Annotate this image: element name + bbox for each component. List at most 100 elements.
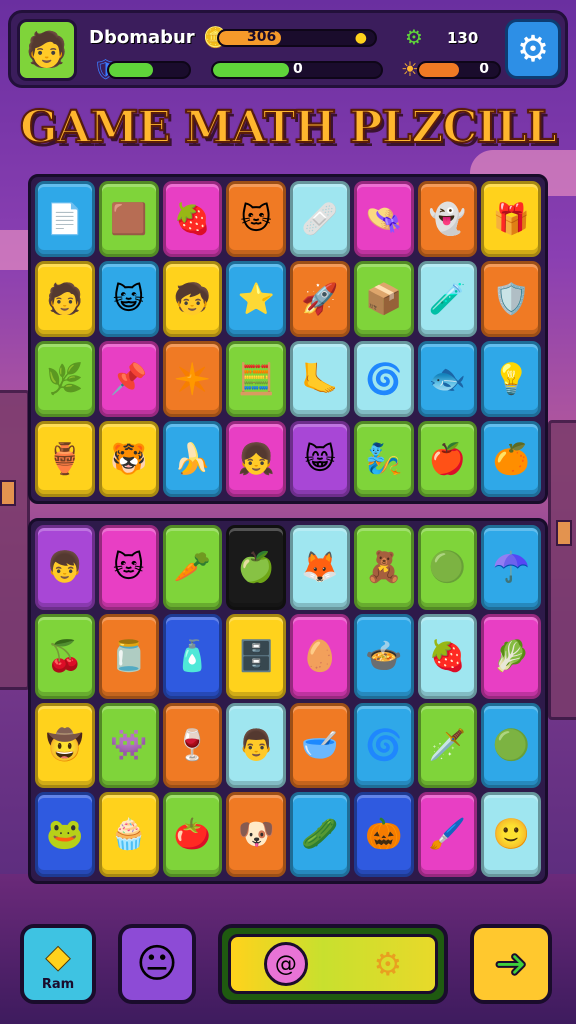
ghost-icon: 👻 <box>428 201 467 237</box>
tile-test-tube[interactable]: 🧪 <box>417 261 478 337</box>
pin-icon: 📌 <box>109 361 148 397</box>
tile-star[interactable]: ⭐ <box>226 261 286 337</box>
tile-pin[interactable]: 📌 <box>98 341 159 417</box>
tile-cabinet[interactable]: 🗄️ <box>226 614 286 699</box>
bottle-icon: 🧴 <box>173 639 212 674</box>
tile-monster[interactable]: 👾 <box>98 703 159 788</box>
tile-tomato[interactable]: 🍅 <box>162 792 223 877</box>
player-avatar[interactable]: 🧑 <box>17 19 77 81</box>
score-value: 0 <box>293 61 303 77</box>
tile-sprout[interactable]: 🌿 <box>35 341 95 417</box>
gems-value: 130 <box>447 29 479 47</box>
tile-pumpkin[interactable]: 🎃 <box>353 792 414 877</box>
tile-cap-face[interactable]: 🧒 <box>162 261 223 337</box>
tile-glass[interactable]: 🍷 <box>162 703 223 788</box>
tile-fox[interactable]: 🦊 <box>290 525 350 610</box>
house-window <box>0 480 16 506</box>
tile-green-apple[interactable]: 🍏 <box>226 525 286 610</box>
tile-hat-face[interactable]: 👒 <box>353 181 414 257</box>
tile-frog[interactable]: 🐸 <box>35 792 95 877</box>
tile-grid-top: 📄 🟫 🍓 🐱 🩹 👒 👻 🎁 🧑 😺 🧒 ⭐ 🚀 📦 🧪 🛡️ 🌿 📌 ✴️ 🧮 🦶 🌀 🐟 💡 🏺 🐯 🍌 👧 😸 🧞 🍎 🍊 <box>35 181 541 497</box>
tile-boy[interactable]: 👦 <box>35 525 95 610</box>
rocket-icon: 🚀 <box>301 281 339 317</box>
tile-smile[interactable]: 🙂 <box>481 792 541 877</box>
tile-bowl[interactable]: 🍲 <box>353 614 414 699</box>
genie-icon: 🧞 <box>364 441 403 477</box>
tile-cucumber[interactable]: 🥒 <box>290 792 350 877</box>
tile-berry[interactable]: 🍓 <box>162 181 223 257</box>
document-icon: 📄 <box>46 201 84 237</box>
tile-lettuce[interactable]: 🥬 <box>481 614 541 699</box>
tile-purple-cat[interactable]: 😸 <box>290 421 350 497</box>
tile-rocket[interactable]: 🚀 <box>290 261 350 337</box>
energy-bar-fill <box>109 63 153 77</box>
gear-search-icon: ⚙ <box>373 945 403 983</box>
bowl-icon: 🍲 <box>364 639 403 674</box>
tile-chef-face[interactable]: 🧑 <box>35 261 95 337</box>
tile-man[interactable]: 👨 <box>226 703 286 788</box>
character-button[interactable]: 😐 <box>118 924 196 1004</box>
lock-icon: ● <box>354 30 367 46</box>
tile-bottle[interactable]: 🧴 <box>162 614 223 699</box>
game-title: GAME MATH PLZCILL <box>19 101 558 154</box>
tile-green-blob[interactable]: 🟢 <box>417 525 478 610</box>
hint-button[interactable]: ◆ Ram <box>20 924 96 1004</box>
tile-umbrella[interactable]: ☂️ <box>481 525 541 610</box>
tile-calculator[interactable]: 🧮 <box>226 341 286 417</box>
tile-orange[interactable]: 🍊 <box>481 421 541 497</box>
girl-face-icon: 👧 <box>237 441 275 477</box>
tile-crate[interactable]: 📦 <box>353 261 414 337</box>
tile-cat-girl[interactable]: 🐱 <box>98 525 159 610</box>
tile-genie[interactable]: 🧞 <box>353 421 414 497</box>
action-bar-button[interactable]: @ ⚙ <box>218 924 448 1004</box>
fish-icon: 🐟 <box>428 361 467 397</box>
tile-burst[interactable]: ✴️ <box>162 341 223 417</box>
face-icon: 😐 <box>136 941 178 987</box>
tile-cowboy[interactable]: 🤠 <box>35 703 95 788</box>
settings-button[interactable]: ⚙ <box>505 19 561 79</box>
star-icon: ⭐ <box>237 281 275 317</box>
tile-gift[interactable]: 🎁 <box>481 181 541 257</box>
tiger-icon: 🐯 <box>109 441 148 477</box>
green-blob-icon: 🟢 <box>428 550 467 585</box>
tile-cupcake[interactable]: 🧁 <box>98 792 159 877</box>
tile-cherry[interactable]: 🍒 <box>35 614 95 699</box>
tile-ghost[interactable]: 👻 <box>417 181 478 257</box>
tile-brush[interactable]: 🖌️ <box>417 792 478 877</box>
tile-strawberry[interactable]: 🍓 <box>417 614 478 699</box>
tile-apple[interactable]: 🍎 <box>417 421 478 497</box>
tile-foot[interactable]: 🦶 <box>290 341 350 417</box>
cap-face-icon: 🧒 <box>173 281 212 317</box>
next-button[interactable]: ➜ <box>470 924 552 1004</box>
tile-swirl[interactable]: 🌀 <box>353 703 414 788</box>
tile-cat[interactable]: 🐱 <box>226 181 286 257</box>
tile-box[interactable]: 🟫 <box>98 181 159 257</box>
top-hud: 🧑 Dbomabur 🛡 🪙 306 ● 0 ⚙ 130 ☀ 0 ⚙ <box>8 10 568 88</box>
tile-bandage[interactable]: 🩹 <box>290 181 350 257</box>
glass-icon: 🍷 <box>173 728 212 763</box>
tile-egg-face[interactable]: 🥚 <box>290 614 350 699</box>
apple-icon: 🍎 <box>428 441 467 477</box>
flower-swirl-icon: @ <box>263 942 308 986</box>
tile-dagger[interactable]: 🗡️ <box>417 703 478 788</box>
tile-girl-face[interactable]: 👧 <box>226 421 286 497</box>
tile-lime[interactable]: 🟢 <box>481 703 541 788</box>
tile-document[interactable]: 📄 <box>35 181 95 257</box>
tile-jar[interactable]: 🫙 <box>98 614 159 699</box>
tile-spiral[interactable]: 🌀 <box>353 341 414 417</box>
tile-cup[interactable]: 🥣 <box>290 703 350 788</box>
tile-shield[interactable]: 🛡️ <box>481 261 541 337</box>
tile-dog[interactable]: 🐶 <box>226 792 286 877</box>
tile-carrot[interactable]: 🥕 <box>162 525 223 610</box>
chef-face-icon: 🧑 <box>46 281 84 317</box>
tile-fish[interactable]: 🐟 <box>417 341 478 417</box>
cucumber-icon: 🥒 <box>301 817 339 852</box>
tile-doll[interactable]: 🧸 <box>353 525 414 610</box>
tile-grid-bottom: 👦 🐱 🥕 🍏 🦊 🧸 🟢 ☂️ 🍒 🫙 🧴 🗄️ 🥚 🍲 🍓 🥬 🤠 👾 🍷 👨 🥣 🌀 🗡️ 🟢 🐸 🧁 🍅 🐶 🥒 🎃 🖌️ 🙂 <box>35 525 541 877</box>
tile-banana[interactable]: 🍌 <box>162 421 223 497</box>
tile-pink-cat[interactable]: 😺 <box>98 261 159 337</box>
score-bar: 0 <box>211 61 383 79</box>
tile-vase[interactable]: 🏺 <box>35 421 95 497</box>
tile-bulb[interactable]: 💡 <box>481 341 541 417</box>
tile-tiger[interactable]: 🐯 <box>98 421 159 497</box>
